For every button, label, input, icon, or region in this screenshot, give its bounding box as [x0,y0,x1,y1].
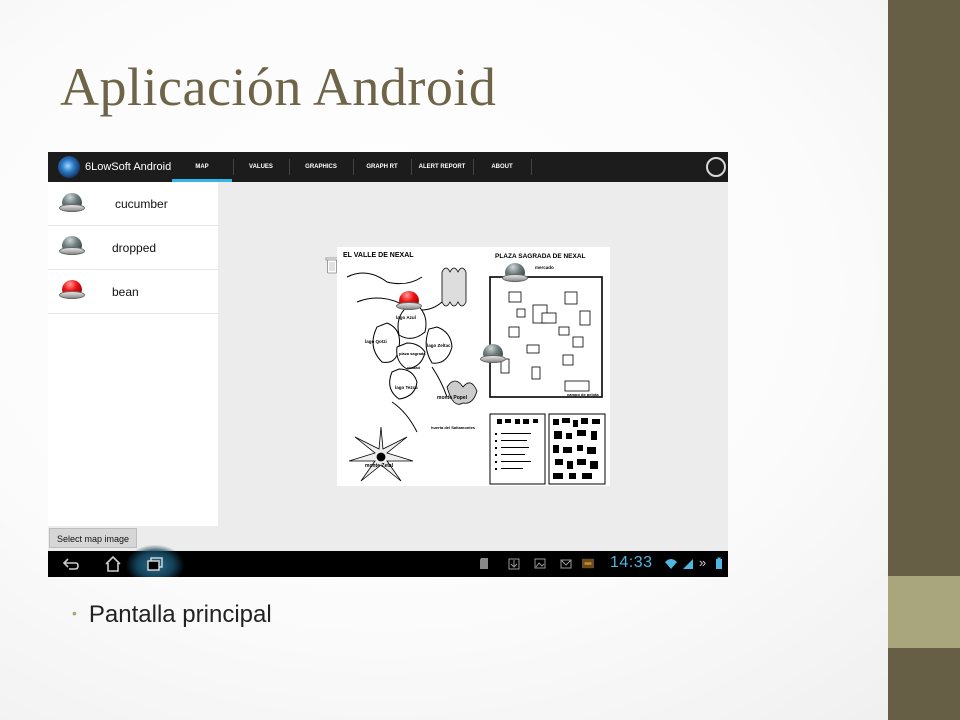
gallery-icon [534,558,546,569]
system-navigation-bar: 14:33 » [48,545,728,577]
map-title-valley: EL VALLE DE NEXAL [343,252,414,259]
home-icon[interactable] [104,555,122,573]
sensor-list: cucumber dropped bean [48,182,218,526]
app-logo-icon [58,156,80,178]
map-sensor-red-icon[interactable] [396,291,422,311]
select-map-image-button[interactable]: Select map image [49,528,137,548]
tab-graphics[interactable]: GRAPHICS [290,152,352,182]
chevron-double-right-icon[interactable]: » [699,555,706,570]
map-sensor-gray-icon[interactable] [480,344,506,364]
map-label-monte-popel: monte Popel [437,395,468,401]
download-icon [508,558,520,570]
action-bar: 6LowSoft Android MAP VALUES GRAPHICS GRA… [48,152,728,182]
map-label-ciudad: ciudad [407,365,420,370]
signal-icon [683,559,693,569]
tab-values[interactable]: VALUES [234,152,288,182]
sensor-item-bean[interactable]: bean [48,270,218,314]
tab-alert-report[interactable]: ALERT REPORT [412,152,472,182]
map-label-lago-zeltac: lago Zeltac [427,343,451,348]
map-label-monte-zetal: monte Zetal [365,463,394,469]
sd-card-icon [480,558,488,569]
sensor-name: cucumber [115,197,168,211]
sensor-red-icon [59,280,85,300]
sensor-name: bean [112,285,139,299]
tab-about[interactable]: ABOUT [474,152,530,182]
map-drawing [346,267,606,485]
map-label-lago-azul: lago Azul [396,315,416,320]
back-icon[interactable] [62,555,80,573]
wifi-icon [665,559,677,569]
sensor-item-cucumber[interactable]: cucumber [48,182,218,226]
notification-app-icon [582,558,594,569]
android-screenshot: 6LowSoft Android MAP VALUES GRAPHICS GRA… [48,152,728,577]
map-label-mercado: mercado [535,265,554,270]
map-label-lago-tezca: lago Tezca [395,385,418,390]
recent-apps-icon[interactable] [146,555,164,573]
slide-accent-bar-bottom [888,648,960,720]
status-clock: 14:33 [610,554,653,571]
tab-map[interactable]: MAP [172,152,232,182]
bullet-item: • Pantalla principal [72,601,272,629]
sensor-item-dropped[interactable]: dropped [48,226,218,270]
map-title-plaza: PLAZA SAGRADA DE NEXAL [495,253,586,260]
tab-graph-rt[interactable]: GRAPH RT [354,152,410,182]
map-label-campo-pelota: campo de pelota [567,392,599,397]
tab-separator [531,159,532,175]
slide-accent-bar-middle [888,576,960,648]
battery-icon [716,557,722,569]
slide-title: Aplicación Android [60,57,497,117]
slide-accent-bar-top [888,0,960,576]
sensor-gray-icon [59,236,85,256]
map-sensor-gray-icon[interactable] [502,263,528,283]
bullet-dot-icon: • [72,605,77,621]
bullet-text: Pantalla principal [88,601,272,628]
app-title: 6LowSoft Android [85,161,172,173]
loading-spinner-icon [706,157,726,177]
sensor-gray-icon [59,193,85,213]
sensor-name: dropped [112,241,157,255]
map-image[interactable]: EL VALLE DE NEXAL PLAZA SAGRADA DE NEXAL… [337,247,610,486]
map-label-plaza-sagrada: plaza sagrada [399,351,426,356]
map-label-huerta: huerta del Saltamontes [431,425,476,430]
email-icon [560,559,572,569]
map-label-lago-qotzi: lago Qotzi [365,339,387,344]
